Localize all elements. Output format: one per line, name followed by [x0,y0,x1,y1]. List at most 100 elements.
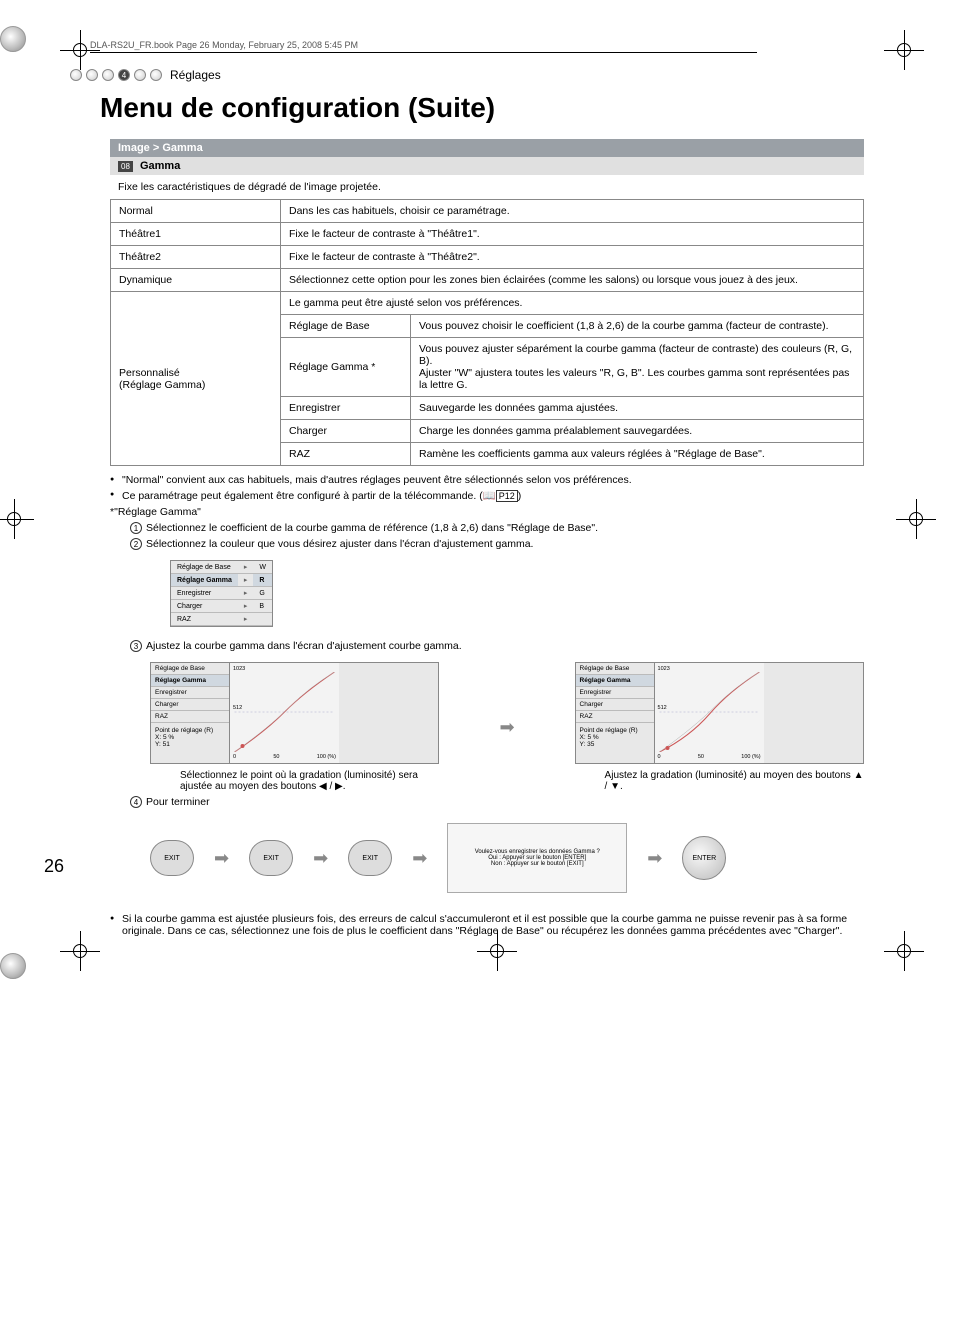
x-axis-max: 100 (%) [317,754,336,760]
subopt-desc: Vous pouvez choisir le coefficient (1,8 … [411,315,864,338]
subopt-label: Charger [281,420,411,443]
subopt-label: Réglage Gamma * [281,338,411,397]
x-axis-min: 0 [233,754,236,760]
section-description: Fixe les caractéristiques de dégradé de … [110,175,864,199]
opt-desc: Dans les cas habituels, choisir ce param… [281,200,864,223]
binder-ring [0,953,26,979]
gamma-graph-panel: Réglage de Base Réglage Gamma Enregistre… [150,662,439,764]
subopt-desc: Charge les données gamma préalablement s… [411,420,864,443]
exit-button[interactable]: EXIT [150,840,194,876]
menu-item: Charger [171,600,238,613]
x-axis-min: 0 [658,754,661,760]
color-opt-selected: R [253,574,272,587]
section-number: 4 [118,69,130,81]
chevron-right-icon: ▸ [238,561,254,574]
gamma-graph-panel: Réglage de Base Réglage Gamma Enregistre… [575,662,864,764]
menu-item: Charger [576,699,654,711]
sub-bar-label: Gamma [140,160,180,172]
section-breadcrumb: 4 Réglages [70,68,894,82]
sub-bar: 08 Gamma [110,157,864,175]
menu-item-selected: Réglage Gamma [576,675,654,687]
exit-button[interactable]: EXIT [249,840,293,876]
page-title: Menu de configuration (Suite) [100,92,894,124]
dot-icon [150,69,162,81]
dot-icon [134,69,146,81]
ui-menu-panel: Réglage de Base▸W Réglage Gamma▸R Enregi… [170,560,273,627]
subopt-label: Réglage de Base [281,315,411,338]
opt-label: Normal [111,200,281,223]
chevron-right-icon: ▸ [238,613,254,626]
crop-mark [60,931,100,971]
menu-item: Charger [151,699,229,711]
final-note: Si la courbe gamma est ajustée plusieurs… [110,913,864,937]
chevron-right-icon: ▸ [238,600,254,613]
step: 1Sélectionnez le coefficient de la courb… [130,522,864,534]
table-row: Normal Dans les cas habituels, choisir c… [111,200,864,223]
y-axis-mid: 512 [233,705,242,711]
table-row: Théâtre1 Fixe le facteur de contraste à … [111,223,864,246]
point-info: Point de réglage (R) X: 5 % Y: 51 [151,723,229,750]
opt-label: Personnalisé (Réglage Gamma) [111,292,281,466]
item-number-tag: 08 [118,161,133,172]
page-number: 26 [44,856,64,877]
point-info: Point de réglage (R) X: 5 % Y: 35 [576,723,654,750]
crop-mark [884,931,924,971]
color-opt: G [253,587,272,600]
color-opt: W [253,561,272,574]
crop-mark [60,30,100,70]
star-note: *"Réglage Gamma" [110,506,864,518]
menu-item: Enregistrer [576,687,654,699]
menu-item: Réglage de Base [576,663,654,675]
arrow-right-icon: ➡ [412,848,427,869]
step: 3Ajustez la courbe gamma dans l'écran d'… [130,640,864,652]
opt-desc: Sélectionnez cette option pour les zones… [281,269,864,292]
menu-item: RAZ [576,711,654,723]
binder-ring [0,26,26,52]
chevron-right-icon: ▸ [238,574,254,587]
save-dialog: Voulez-vous enregistrer les données Gamm… [447,823,627,893]
subopt-label: RAZ [281,443,411,466]
menu-item: RAZ [151,711,229,723]
gamma-curve-chart [658,672,761,752]
opt-desc: Fixe le facteur de contraste à "Théâtre1… [281,223,864,246]
menu-item: Réglage de Base [151,663,229,675]
arrow-right-icon: ➡ [647,848,662,869]
subopt-label: Enregistrer [281,397,411,420]
x-axis-mid: 50 [273,754,279,760]
opt-label: Théâtre1 [111,223,281,246]
menu-item: Réglage de Base [171,561,238,574]
enter-button[interactable]: ENTER [682,836,726,880]
page-ref-icon: 📖 [483,490,496,502]
crop-mark [477,931,517,971]
table-row: Théâtre2 Fixe le facteur de contraste à … [111,246,864,269]
x-axis-mid: 50 [698,754,704,760]
gamma-curve-chart [233,672,336,752]
arrow-right-icon: ➡ [214,848,229,869]
color-opt: B [253,600,272,613]
opt-label: Dynamique [111,269,281,292]
menu-item-selected: Réglage Gamma [151,675,229,687]
menu-item: RAZ [171,613,238,626]
crop-mark [896,499,936,539]
book-header: DLA-RS2U_FR.book Page 26 Monday, Februar… [90,40,757,53]
note: "Normal" convient aux cas habituels, mai… [110,474,864,486]
exit-button[interactable]: EXIT [348,840,392,876]
step: 2Sélectionnez la couleur que vous désire… [130,538,864,550]
notes-list: "Normal" convient aux cas habituels, mai… [110,474,864,502]
section-bar: Image > Gamma [110,139,864,157]
graph-caption: Sélectionnez le point où la gradation (l… [180,770,439,792]
table-row: Dynamique Sélectionnez cette option pour… [111,269,864,292]
subopt-desc: Sauvegarde les données gamma ajustées. [411,397,864,420]
subopt-desc: Vous pouvez ajuster séparément la courbe… [411,338,864,397]
crop-mark [884,30,924,70]
step: 4Pour terminer [130,796,864,808]
graph-caption: Ajustez la gradation (luminosité) au moy… [605,770,864,792]
arrow-right-icon: ➡ [499,717,514,738]
dot-icon [70,69,82,81]
table-row: Personnalisé (Réglage Gamma) Le gamma pe… [111,292,864,315]
menu-item: Enregistrer [151,687,229,699]
arrow-right-icon: ➡ [313,848,328,869]
menu-item-selected: Réglage Gamma [171,574,238,587]
options-table: Normal Dans les cas habituels, choisir c… [110,199,864,466]
x-axis-max: 100 (%) [741,754,760,760]
